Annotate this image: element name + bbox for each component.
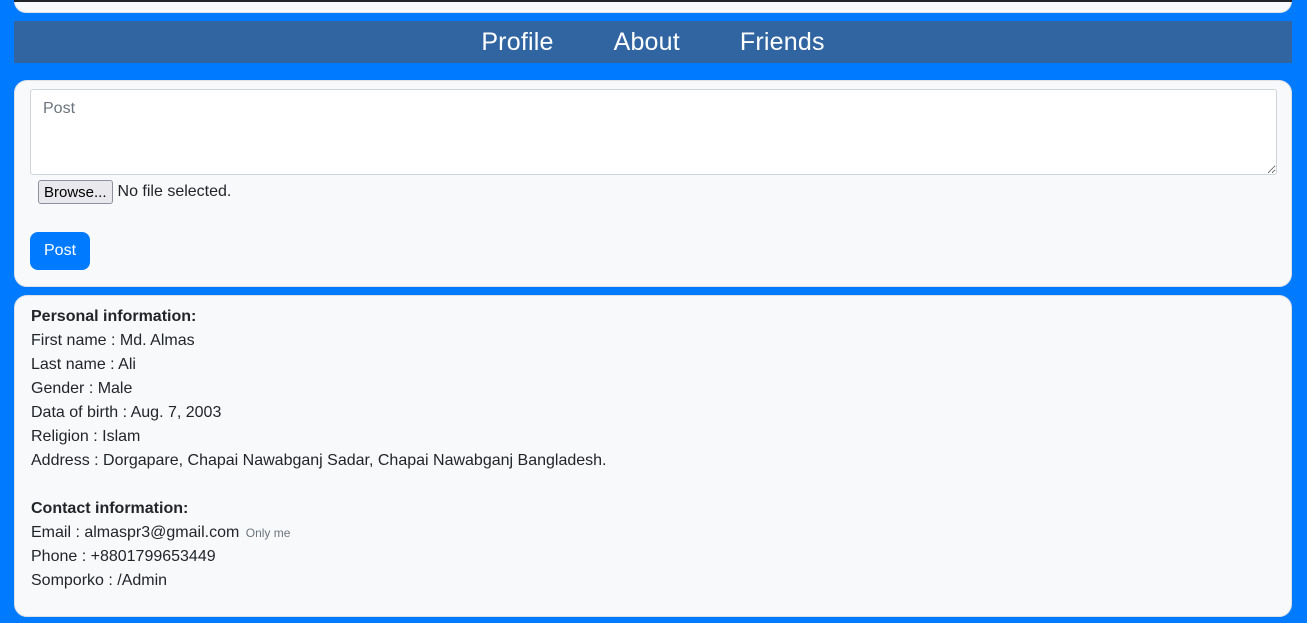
file-input: Browse... No file selected. <box>38 180 231 204</box>
personal-info-heading: Personal information: <box>31 308 197 325</box>
nav-link-profile[interactable]: Profile <box>481 21 553 63</box>
phone-row: Phone : +8801799653449 <box>31 548 216 565</box>
religion-row: Religion : Islam <box>31 428 141 445</box>
email-row: Email : almaspr3@gmail.com Only me <box>31 521 1275 545</box>
somporko-row: Somporko : /Admin <box>31 572 168 589</box>
top-border-line <box>14 0 1292 2</box>
contact-info-heading: Contact information: <box>31 500 189 517</box>
about-info-card: Personal information: First name : Md. A… <box>14 295 1292 617</box>
email-privacy-note: Only me <box>245 526 291 540</box>
file-status: No file selected. <box>117 183 232 200</box>
gender-row: Gender : Male <box>31 380 133 397</box>
post-submit-button[interactable]: Post <box>30 232 91 270</box>
browse-button[interactable]: Browse... <box>38 180 113 204</box>
nav-link-friends[interactable]: Friends <box>740 21 825 63</box>
post-composer-card: Browse... No file selected. Post <box>14 80 1292 287</box>
dob-row: Data of birth : Aug. 7, 2003 <box>31 404 222 421</box>
post-textarea[interactable] <box>30 89 1277 175</box>
profile-navbar: Profile About Friends <box>14 21 1292 63</box>
address-row: Address : Dorgapare, Chapai Nawabganj Sa… <box>31 452 607 469</box>
nav-link-about[interactable]: About <box>614 21 680 63</box>
last-name-row: Last name : Ali <box>31 356 136 373</box>
first-name-row: First name : Md. Almas <box>31 332 195 349</box>
email-text: Email : almaspr3@gmail.com <box>31 524 240 541</box>
